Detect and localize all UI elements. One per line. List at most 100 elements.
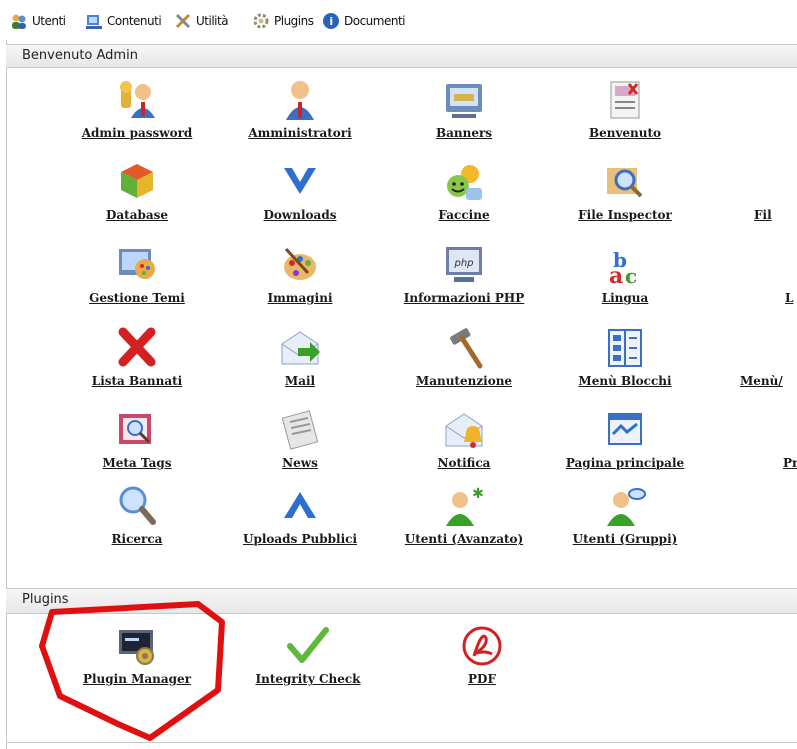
menu-contenuti[interactable]: Contenuti xyxy=(85,10,162,32)
admin-section-header: Benvenuto Admin xyxy=(6,44,797,68)
plugins-section-header: Plugins xyxy=(6,588,797,614)
meta-tags-icon xyxy=(115,408,159,452)
tile-pr-partial[interactable]: Pr xyxy=(724,408,797,484)
tile-menu-blocchi[interactable]: Menù Blocchi xyxy=(545,326,705,402)
tile-pdf[interactable]: PDF xyxy=(402,624,562,700)
panel-bottom-border xyxy=(6,742,797,743)
tile-file-inspector[interactable]: File Inspector xyxy=(545,160,705,236)
download-chevron-icon xyxy=(278,160,322,204)
tile-label: Lingua xyxy=(601,291,649,305)
tile-meta-tags[interactable]: Meta Tags xyxy=(57,408,217,484)
svg-text:c: c xyxy=(625,264,637,287)
tile-notifica[interactable]: Notifica xyxy=(384,408,544,484)
tile-downloads[interactable]: Downloads xyxy=(220,160,380,236)
svg-text:✱: ✱ xyxy=(472,486,484,502)
hammer-icon xyxy=(442,326,486,370)
main-page-icon xyxy=(603,408,647,452)
tile-label: Pagina principale xyxy=(565,456,685,470)
checkmark-icon xyxy=(286,624,330,668)
tile-label: Ricerca xyxy=(111,532,163,546)
tile-label: Amministratori xyxy=(248,126,352,140)
user-plus-icon: ✱ xyxy=(442,484,486,528)
tile-label: News xyxy=(282,456,318,470)
key-user-icon xyxy=(115,78,159,122)
tile-menu-partial[interactable]: Menù/ xyxy=(724,326,797,402)
admin-tile-grid: Admin password Amministratori Banners Be… xyxy=(0,68,797,588)
menu-documenti[interactable]: i Documenti xyxy=(322,10,406,32)
tile-label: Manutenzione xyxy=(415,374,513,388)
tile-lista-bannati[interactable]: Lista Bannati xyxy=(57,326,217,402)
tile-informazioni-php[interactable]: php Informazioni PHP xyxy=(384,243,544,319)
welcome-icon xyxy=(603,78,647,122)
menu-label: Utenti xyxy=(32,14,66,28)
tile-gestione-temi[interactable]: Gestione Temi xyxy=(57,243,217,319)
tile-news[interactable]: News xyxy=(220,408,380,484)
upload-chevron-icon xyxy=(278,484,322,528)
tile-label: Pr xyxy=(783,456,797,470)
themes-icon xyxy=(115,243,159,287)
tile-utenti-gruppi[interactable]: Utenti (Gruppi) xyxy=(545,484,705,560)
menu-label: Utilità xyxy=(196,14,229,28)
tile-label: Downloads xyxy=(263,208,337,222)
magnifier-icon xyxy=(115,484,159,528)
tile-label: Lista Bannati xyxy=(91,374,183,388)
tile-label: Faccine xyxy=(438,208,490,222)
menu-label: Plugins xyxy=(274,14,314,28)
tile-label: Mail xyxy=(284,374,316,388)
tile-label: Benvenuto xyxy=(588,126,662,140)
svg-text:i: i xyxy=(329,15,332,28)
tile-l-partial[interactable]: L xyxy=(724,243,797,319)
plugins-icon xyxy=(252,12,270,30)
tile-label: Banners xyxy=(435,126,493,140)
abc-icon: bac xyxy=(603,243,647,289)
tile-integrity-check[interactable]: Integrity Check xyxy=(228,624,388,700)
contents-icon xyxy=(85,12,103,30)
banner-icon xyxy=(442,78,486,122)
news-icon xyxy=(278,408,322,452)
menu-label: Contenuti xyxy=(107,14,162,28)
file-inspector-icon xyxy=(603,160,647,204)
tile-utenti-avanzato[interactable]: ✱ Utenti (Avanzato) xyxy=(384,484,544,560)
tile-label: Menù/ xyxy=(740,374,783,388)
palette-icon xyxy=(278,243,322,287)
tile-amministratori[interactable]: Amministratori xyxy=(220,78,380,154)
tile-ricerca[interactable]: Ricerca xyxy=(57,484,217,560)
menu-label: Documenti xyxy=(344,14,406,28)
tile-banners[interactable]: Banners xyxy=(384,78,544,154)
tile-label: Immagini xyxy=(267,291,333,305)
tile-label: Notifica xyxy=(437,456,491,470)
tile-faccine[interactable]: Faccine xyxy=(384,160,544,236)
tile-benvenuto[interactable]: Benvenuto xyxy=(545,78,705,154)
php-icon: php xyxy=(442,243,486,287)
tile-label: Utenti (Gruppi) xyxy=(572,532,678,546)
tile-label: Gestione Temi xyxy=(89,291,185,305)
menu-utilita[interactable]: Utilità xyxy=(174,10,229,32)
tile-uploads-pubblici[interactable]: Uploads Pubblici xyxy=(220,484,380,560)
admin-user-icon xyxy=(278,78,322,122)
tile-label: Integrity Check xyxy=(255,672,361,686)
red-x-icon xyxy=(115,326,159,370)
tile-mail[interactable]: Mail xyxy=(220,326,380,402)
tile-fil-partial[interactable]: Fil xyxy=(724,160,797,236)
database-icon xyxy=(115,160,159,204)
svg-text:php: php xyxy=(453,258,473,269)
tile-database[interactable]: Database xyxy=(57,160,217,236)
plugin-manager-icon xyxy=(115,624,159,668)
tile-label: Menù Blocchi xyxy=(578,374,672,388)
smiley-icon xyxy=(442,160,486,204)
tile-immagini[interactable]: Immagini xyxy=(220,243,380,319)
tile-label: Informazioni PHP xyxy=(403,291,525,305)
tile-manutenzione[interactable]: Manutenzione xyxy=(384,326,544,402)
menu-plugins[interactable]: Plugins xyxy=(252,10,314,32)
menu-blocks-icon xyxy=(603,326,647,370)
top-menubar: Utenti Contenuti Utilità Plugins i Docum… xyxy=(0,0,797,40)
tile-label: L xyxy=(785,291,794,305)
tile-lingua[interactable]: bac Lingua xyxy=(545,243,705,319)
menu-utenti[interactable]: Utenti xyxy=(10,10,66,32)
tile-label: Database xyxy=(105,208,169,222)
tile-pagina-principale[interactable]: Pagina principale xyxy=(545,408,705,484)
notify-icon xyxy=(442,408,486,452)
tile-plugin-manager[interactable]: Plugin Manager xyxy=(57,624,217,700)
tile-label: Utenti (Avanzato) xyxy=(404,532,524,546)
tile-admin-password[interactable]: Admin password xyxy=(57,78,217,154)
